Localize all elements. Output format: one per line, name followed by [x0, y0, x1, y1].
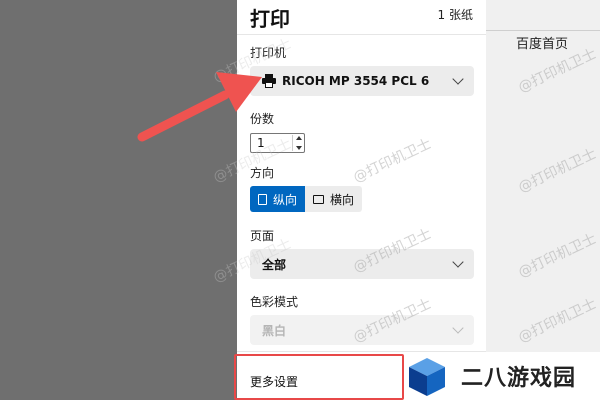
chevron-down-icon	[452, 322, 464, 334]
dimmed-backdrop	[0, 0, 222, 400]
brand-watermark: 二八游戏园	[405, 352, 600, 400]
baidu-home-link[interactable]: 百度首页	[516, 33, 568, 52]
dialog-title: 打印	[250, 7, 290, 31]
printer-label: 打印机	[250, 46, 287, 60]
highlight-box	[234, 354, 404, 400]
stepper-arrows[interactable]	[292, 135, 304, 151]
header-divider	[237, 34, 486, 35]
color-mode-select[interactable]: 黑白	[250, 315, 474, 345]
copies-stepper[interactable]: 1	[250, 133, 305, 153]
landscape-page-icon	[313, 194, 325, 204]
chevron-down-icon	[452, 73, 464, 85]
copies-label: 份数	[250, 112, 275, 126]
landscape-label: 横向	[330, 192, 355, 207]
copies-value[interactable]: 1	[251, 136, 292, 150]
printer-icon	[262, 74, 276, 88]
decrement-icon[interactable]	[295, 146, 302, 150]
portrait-page-icon	[258, 193, 267, 205]
print-dialog: 打印 1 张纸 打印机 RICOH MP 3554 PCL 6 份数 1 方向 …	[237, 0, 486, 400]
chevron-down-icon	[452, 256, 464, 268]
printer-value: RICOH MP 3554 PCL 6	[282, 74, 430, 88]
color-mode-value: 黑白	[262, 323, 287, 338]
pages-label: 页面	[250, 229, 275, 243]
sheet-count: 1 张纸	[437, 8, 473, 22]
increment-icon[interactable]	[295, 136, 302, 140]
portrait-label: 纵向	[273, 192, 298, 207]
orientation-toggle: 纵向 横向	[250, 186, 363, 212]
orientation-portrait-button[interactable]: 纵向	[250, 186, 306, 212]
color-mode-label: 色彩模式	[250, 295, 299, 309]
orientation-label: 方向	[250, 166, 275, 180]
pages-value: 全部	[262, 257, 287, 272]
orientation-landscape-button[interactable]: 横向	[305, 186, 363, 212]
brand-name: 二八游戏园	[461, 366, 577, 391]
pages-select[interactable]: 全部	[250, 249, 474, 279]
cube-logo-icon	[409, 358, 445, 396]
background-divider	[486, 30, 600, 31]
printer-select[interactable]: RICOH MP 3554 PCL 6	[250, 66, 474, 96]
background-page	[486, 0, 600, 400]
